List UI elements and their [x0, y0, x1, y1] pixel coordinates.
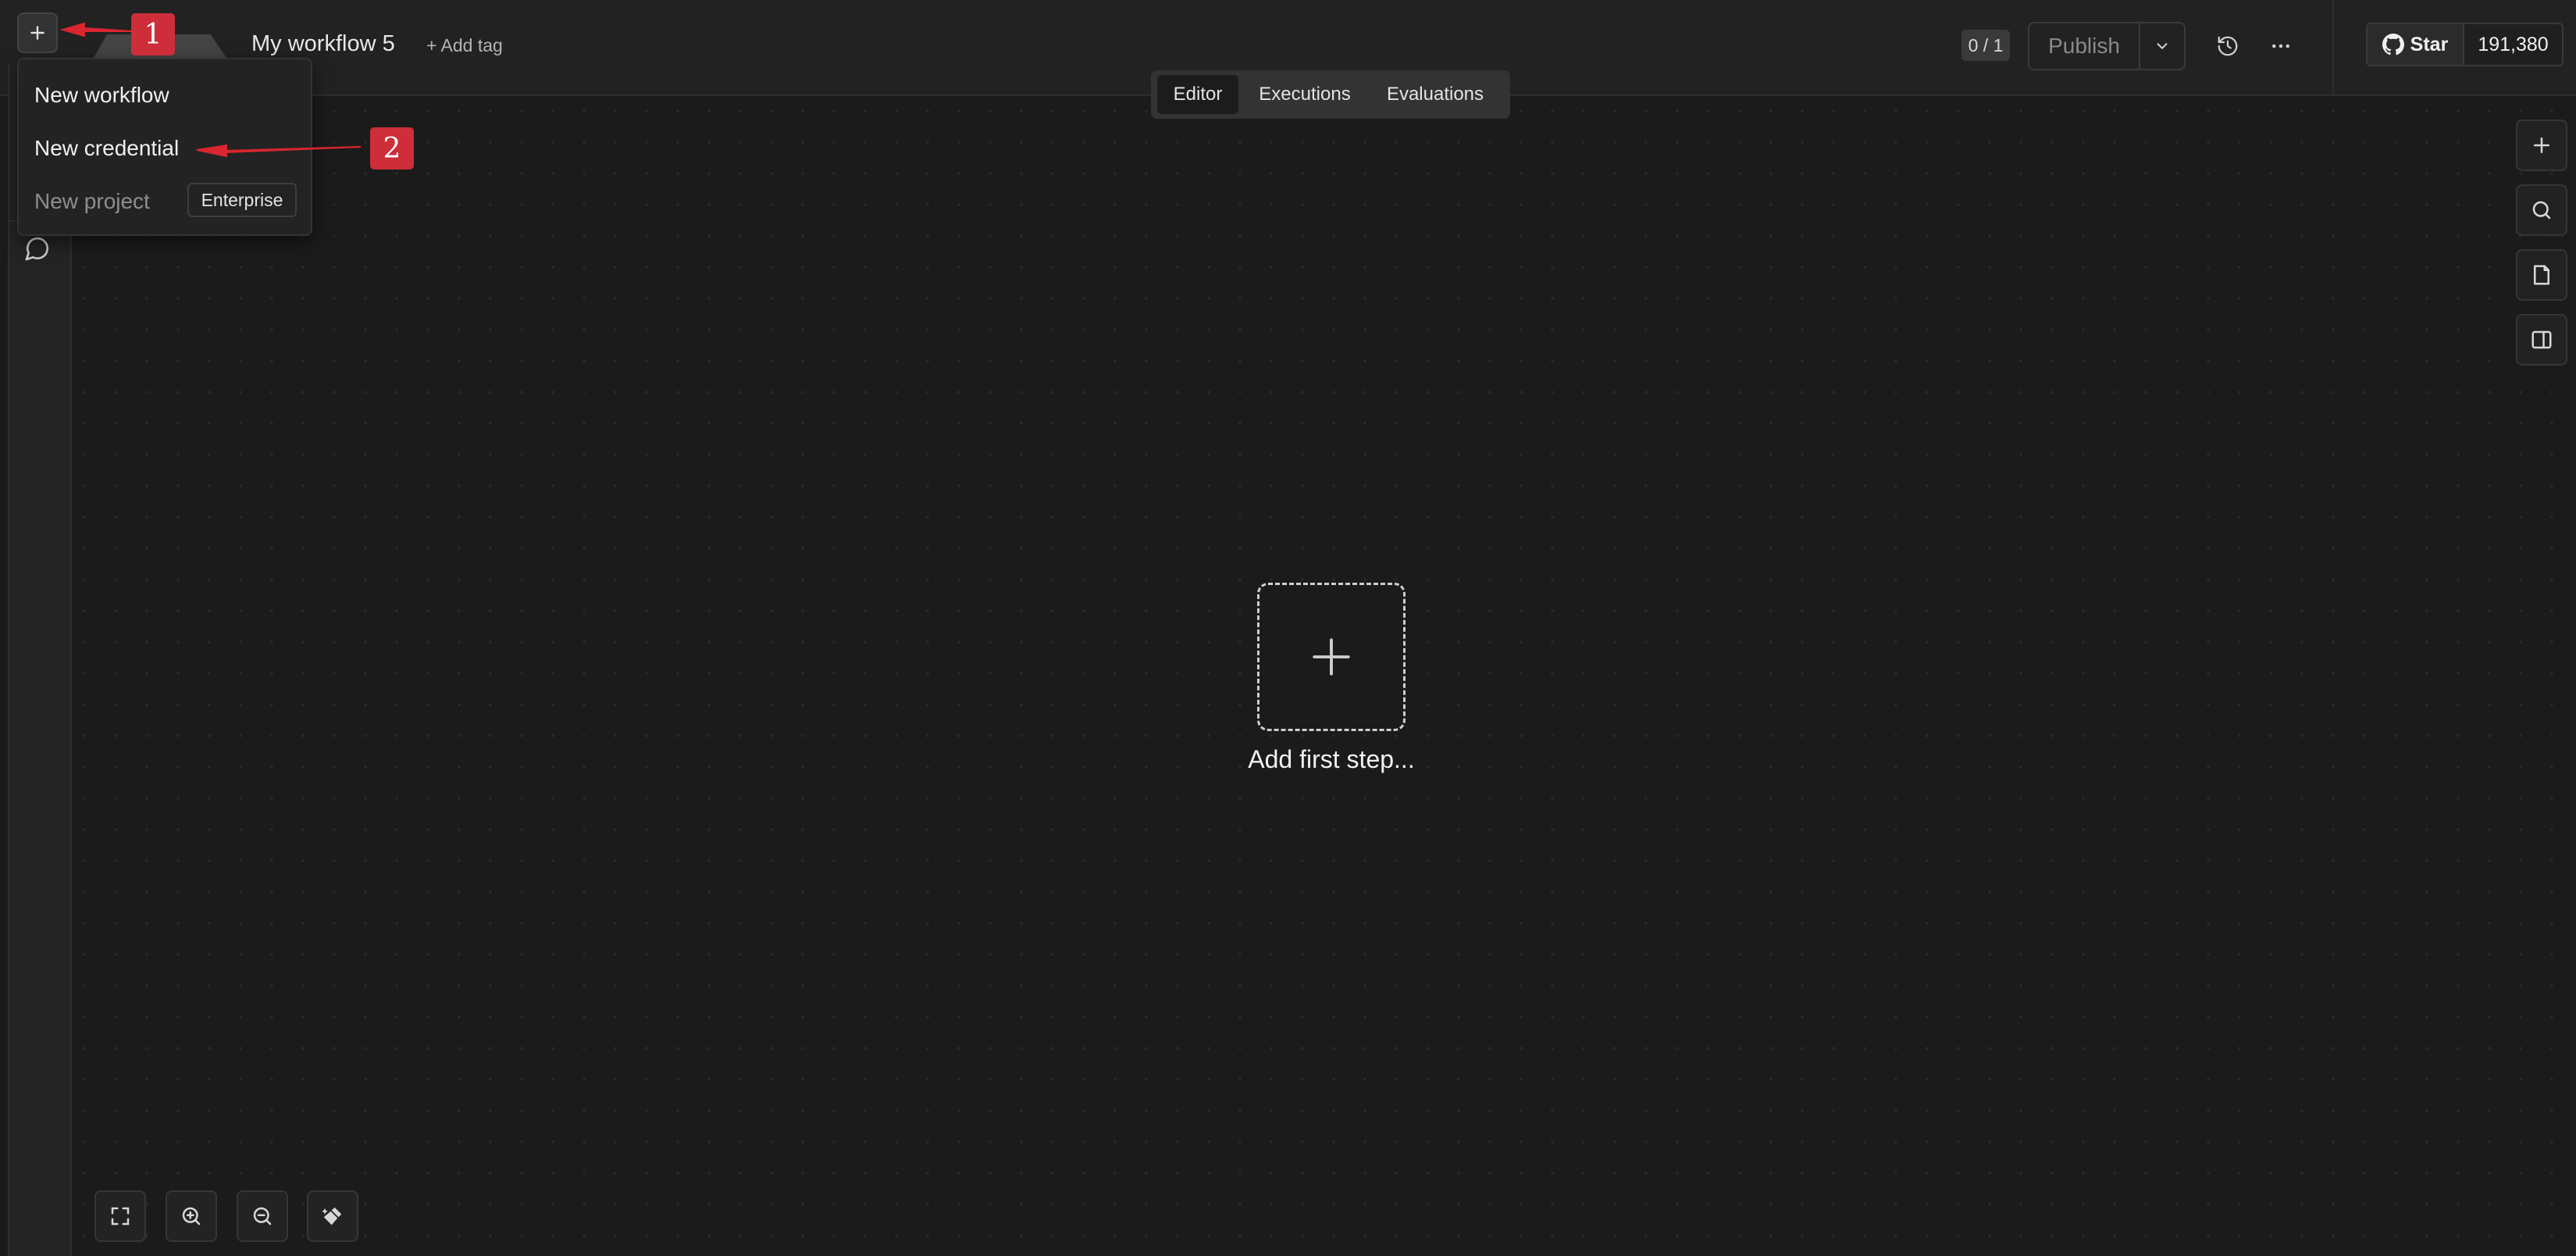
zoom-out-icon	[253, 1207, 272, 1226]
publish-button[interactable]: Publish	[2029, 23, 2139, 69]
menu-item-new-workflow[interactable]: New workflow	[34, 83, 169, 108]
add-tag-button[interactable]: + Add tag	[426, 35, 503, 56]
header-divider	[2332, 0, 2334, 95]
enterprise-badge: Enterprise	[187, 183, 297, 217]
tab-executions[interactable]: Executions	[1246, 75, 1363, 114]
github-star-widget: Star 191,380	[2366, 23, 2564, 66]
tab-editor[interactable]: Editor	[1157, 75, 1238, 114]
tidy-up-button[interactable]	[307, 1190, 358, 1242]
search-icon	[2532, 201, 2551, 219]
create-menu: New workflow New credential New project …	[17, 58, 312, 236]
ellipsis-icon[interactable]	[2263, 28, 2299, 64]
menu-item-new-project: New project	[34, 189, 150, 213]
publish-button-group: Publish	[2028, 22, 2186, 70]
github-icon	[2382, 34, 2404, 55]
toggle-panel-button[interactable]	[2516, 314, 2567, 366]
add-node-button[interactable]	[2516, 120, 2567, 171]
add-sticky-note-button[interactable]	[2516, 249, 2567, 301]
chat-bubble-icon[interactable]	[22, 233, 53, 264]
zoom-out-button[interactable]	[237, 1190, 288, 1242]
fit-view-icon	[111, 1207, 130, 1226]
plus-icon	[2534, 137, 2549, 153]
view-tabs: Editor Executions Evaluations	[1151, 70, 1510, 119]
annotation-marker-1: 1	[131, 13, 175, 55]
tab-evaluations[interactable]: Evaluations	[1371, 75, 1499, 114]
create-button[interactable]	[17, 12, 58, 53]
github-star-button[interactable]: Star	[2368, 24, 2463, 65]
node-counter-badge: 0 / 1	[1961, 30, 2010, 61]
workflow-name[interactable]: My workflow 5	[251, 31, 395, 57]
plus-icon	[1313, 638, 1350, 676]
plus-icon	[30, 26, 45, 40]
menu-item-new-credential[interactable]: New credential	[34, 136, 179, 161]
chevron-down-icon[interactable]	[2140, 23, 2184, 69]
history-icon[interactable]	[2210, 28, 2246, 64]
fit-view-button[interactable]	[94, 1190, 146, 1242]
github-star-label: Star	[2410, 33, 2449, 55]
panel-toggle-icon	[2531, 330, 2552, 349]
add-first-step-label[interactable]: Add first step...	[1175, 745, 1488, 774]
tidy-up-icon	[322, 1207, 342, 1226]
annotation-marker-2: 2	[370, 127, 414, 169]
search-button[interactable]	[2516, 184, 2567, 236]
sticky-note-icon	[2534, 265, 2549, 285]
add-first-step-button[interactable]	[1257, 583, 1406, 731]
zoom-in-icon	[182, 1207, 201, 1226]
github-star-count[interactable]: 191,380	[2464, 24, 2562, 65]
zoom-in-button[interactable]	[166, 1190, 217, 1242]
